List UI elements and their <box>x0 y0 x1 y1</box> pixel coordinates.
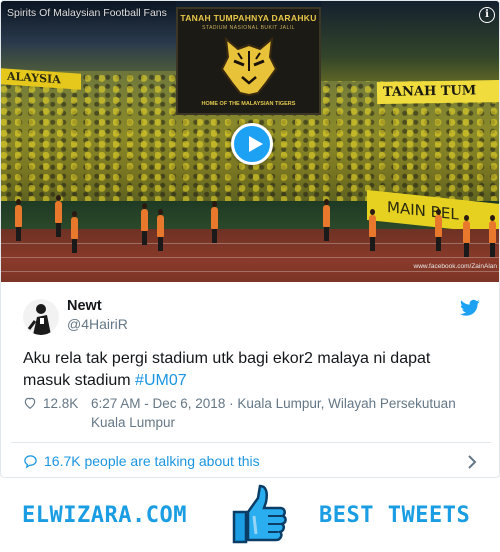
steward-figure <box>369 209 376 251</box>
stands-right <box>321 1 499 81</box>
site-footer: ELWIZARA.COM BEST TWEETS <box>0 478 500 552</box>
steward-figure <box>157 209 164 251</box>
channel-name[interactable]: Spirits Of Malaysian Football Fans <box>7 7 207 19</box>
chevron-right-icon[interactable] <box>467 455 477 469</box>
steward-figure <box>55 195 62 237</box>
tweet-text: Aku rela tak pergi stadium utk bagi ekor… <box>23 348 475 392</box>
avatar-figure-icon <box>27 304 51 335</box>
thumbs-up-icon <box>232 484 287 544</box>
steward-figure <box>141 203 148 245</box>
steward-figure <box>463 215 470 257</box>
hashtag-link[interactable]: #UM07 <box>135 372 187 389</box>
user-handle[interactable]: @4HairiR <box>67 316 128 332</box>
tweet-card: TANAH TUMPAHNYA DARAHKU STADIUM NASIONAL… <box>0 0 500 478</box>
tweet-author[interactable]: Newt @4HairiR <box>23 297 463 337</box>
timestamp-location[interactable]: 6:27 AM - Dec 6, 2018 · Kuala Lumpur, Wi… <box>91 394 483 432</box>
video-player[interactable]: TANAH TUMPAHNYA DARAHKU STADIUM NASIONAL… <box>1 1 499 282</box>
banner-right: TANAH TUM <box>376 79 499 105</box>
steward-figure <box>489 215 496 257</box>
screen-footer: HOME OF THE MALAYSIAN TIGERS <box>201 101 296 107</box>
display-name[interactable]: Newt <box>67 298 102 314</box>
stadium-screen: TANAH TUMPAHNYA DARAHKU STADIUM NASIONAL… <box>176 7 321 115</box>
speech-bubble-icon <box>24 455 37 469</box>
heart-icon[interactable] <box>23 396 37 410</box>
track-line <box>1 271 499 272</box>
avatar[interactable] <box>23 299 59 335</box>
info-icon[interactable]: i <box>479 7 495 23</box>
steward-figure <box>211 201 218 243</box>
video-watermark: www.facebook.com/ZainAlan <box>413 263 497 270</box>
twitter-bird-icon[interactable] <box>460 299 480 317</box>
tiger-logo-icon <box>220 36 278 97</box>
steward-figure <box>323 199 330 241</box>
divider <box>11 442 491 443</box>
brand-name[interactable]: ELWIZARA.COM <box>22 503 187 528</box>
tagline: BEST TWEETS <box>319 503 471 528</box>
tweet-text-body: Aku rela tak pergi stadium utk bagi ekor… <box>23 350 431 389</box>
steward-figure <box>15 199 22 241</box>
steward-figure <box>435 209 442 251</box>
steward-figure <box>71 211 78 253</box>
like-count[interactable]: 12.8K <box>43 394 78 413</box>
talking-count[interactable]: 16.7K people are talking about this <box>44 453 260 469</box>
screen-subtitle: STADIUM NASIONAL BUKIT JALIL <box>202 25 295 31</box>
conversation-link[interactable]: 16.7K people are talking about this <box>23 451 481 473</box>
play-icon[interactable] <box>231 123 273 165</box>
track-line <box>1 257 499 258</box>
